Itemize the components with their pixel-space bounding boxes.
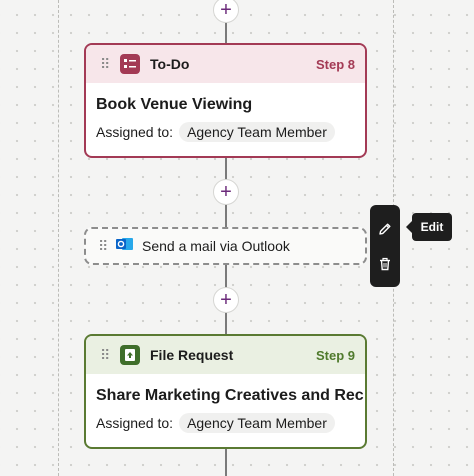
todo-list-icon [120, 54, 140, 74]
step-number: Step 8 [315, 56, 355, 72]
assignee-chip[interactable]: Agency Team Member [179, 122, 335, 142]
drag-handle-icon[interactable]: ⠿ [100, 347, 118, 364]
step-action-toolbar [370, 205, 400, 287]
assignment-row: Assigned to: Agency Team Member [86, 114, 365, 142]
trash-icon[interactable] [374, 253, 396, 275]
assignee-chip[interactable]: Agency Team Member [179, 413, 335, 433]
step-card-header: ⠿ File Request Step 9 [86, 336, 365, 374]
step-card-header: ⠿ To-Do Step 8 [86, 45, 365, 83]
assigned-label: Assigned to: [96, 415, 174, 431]
step-app-name: File Request [150, 347, 234, 363]
edit-tooltip: Edit [406, 213, 452, 241]
step-title: Book Venue Viewing [96, 96, 253, 113]
add-step-button[interactable]: + [213, 287, 239, 313]
assigned-label: Assigned to: [96, 124, 174, 140]
step-number: Step 9 [315, 347, 355, 363]
step-title: Share Marketing Creatives and Rec… [96, 387, 365, 404]
connector-line [225, 449, 227, 476]
step-card-file-request[interactable]: ⠿ File Request Step 9 Share Marketing Cr… [84, 334, 367, 449]
drag-handle-icon[interactable]: ⠿ [100, 56, 118, 73]
step-title: Send a mail via Outlook [142, 238, 290, 254]
step-card-outlook-mail[interactable]: ⠿ Send a mail via Outlook [84, 227, 367, 265]
add-step-button[interactable]: + [213, 0, 239, 23]
step-app-name: To-Do [150, 56, 190, 72]
add-step-button[interactable]: + [213, 179, 239, 205]
drag-handle-icon[interactable]: ⠿ [98, 238, 116, 255]
file-upload-icon [120, 345, 140, 365]
canvas-guide-left [58, 0, 59, 476]
step-card-todo[interactable]: ⠿ To-Do Step 8 Book Venue Viewing Assign… [84, 43, 367, 158]
assignment-row: Assigned to: Agency Team Member [86, 405, 365, 433]
edit-icon[interactable] [374, 218, 396, 240]
outlook-icon [116, 236, 134, 257]
